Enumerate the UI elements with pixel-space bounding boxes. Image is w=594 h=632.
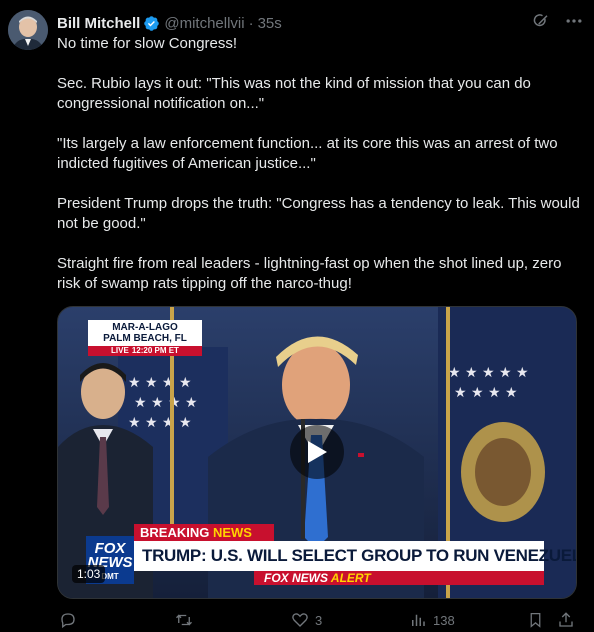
location-line2: PALM BEACH, FL <box>103 333 187 344</box>
author-name[interactable]: Bill Mitchell <box>57 15 140 32</box>
video-duration: 1:03 <box>72 565 106 583</box>
like-count: 3 <box>315 612 323 628</box>
post-actions: 3 138 <box>57 608 582 632</box>
breaking-news-label: BREAKING NEWS <box>134 524 274 541</box>
views-count: 138 <box>433 612 455 628</box>
avatar-image <box>8 10 48 50</box>
live-label: LIVE <box>111 346 129 355</box>
video-player[interactable]: ★ ★ ★ ★ ★ ★ ★ ★ ★ ★ ★ ★ ★ ★ ★ ★ ★ ★ ★ ★ … <box>57 306 577 599</box>
strip-prefix: FOX NEWS <box>264 571 329 585</box>
bookmark-icon <box>530 612 541 628</box>
views-icon <box>412 614 425 626</box>
verified-badge-icon[interactable] <box>143 15 160 32</box>
post-paragraph: No time for slow Congress! <box>57 35 238 52</box>
repost-icon <box>176 614 192 626</box>
bookmark-button[interactable] <box>527 611 544 629</box>
author-handle[interactable]: @mitchellvii <box>164 15 244 32</box>
live-indicator: LIVE 12:20 PM ET <box>88 346 202 356</box>
like-icon <box>292 613 308 627</box>
post-paragraph: Sec. Rubio lays it out: "This was not th… <box>57 75 531 112</box>
svg-text:★ ★ ★ ★: ★ ★ ★ ★ <box>128 375 192 391</box>
play-button[interactable] <box>290 425 344 479</box>
post-text: No time for slow Congress! Sec. Rubio la… <box>57 34 582 314</box>
location-chyron: MAR-A-LAGO PALM BEACH, FL LIVE 12:20 PM … <box>88 320 202 356</box>
svg-text:★ ★ ★ ★ ★: ★ ★ ★ ★ ★ <box>448 365 529 381</box>
news-headline: TRUMP: U.S. WILL SELECT GROUP TO RUN VEN… <box>134 541 576 571</box>
play-icon <box>308 441 327 463</box>
post-header: Bill Mitchell @mitchellvii · 35s <box>57 12 584 34</box>
reply-icon <box>61 613 75 629</box>
location-line1: MAR-A-LAGO <box>112 322 178 333</box>
breaking-suffix: NEWS <box>212 525 252 540</box>
more-icon[interactable] <box>564 11 584 35</box>
author-avatar[interactable] <box>8 10 48 50</box>
share-icon <box>559 612 573 627</box>
post-paragraph: Straight fire from real leaders - lightn… <box>57 255 562 292</box>
svg-text:★ ★ ★ ★: ★ ★ ★ ★ <box>128 415 192 431</box>
fox-news-alert-strip: FOX NEWS ALERT <box>254 571 544 585</box>
repost-button[interactable] <box>174 611 200 629</box>
separator-dot: · <box>248 14 254 32</box>
breaking-prefix: BREAKING <box>140 525 210 540</box>
post-paragraph: "Its largely a law enforcement function.… <box>57 135 558 172</box>
post-timestamp[interactable]: 35s <box>258 15 282 32</box>
grok-icon[interactable] <box>532 12 550 34</box>
live-time: 12:20 PM ET <box>131 346 179 355</box>
like-button[interactable]: 3 <box>291 611 322 629</box>
svg-text:★ ★ ★ ★: ★ ★ ★ ★ <box>454 385 518 401</box>
views-button[interactable]: 138 <box>409 611 455 629</box>
svg-text:★ ★ ★ ★: ★ ★ ★ ★ <box>134 395 198 411</box>
strip-suffix: ALERT <box>330 571 371 585</box>
share-button[interactable] <box>557 611 575 629</box>
reply-button[interactable] <box>59 611 83 629</box>
post-paragraph: President Trump drops the truth: "Congre… <box>57 195 580 232</box>
